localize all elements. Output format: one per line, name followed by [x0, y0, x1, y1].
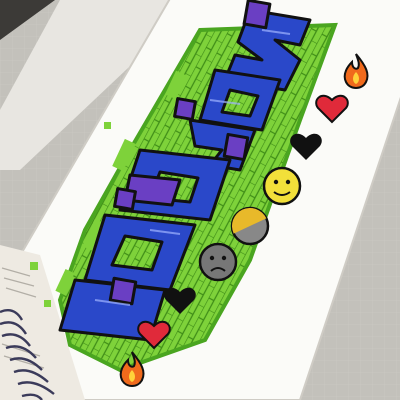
- photo-scene: [0, 0, 400, 400]
- smiley-face-icon: [262, 166, 302, 206]
- sad-face-icon: [198, 242, 238, 282]
